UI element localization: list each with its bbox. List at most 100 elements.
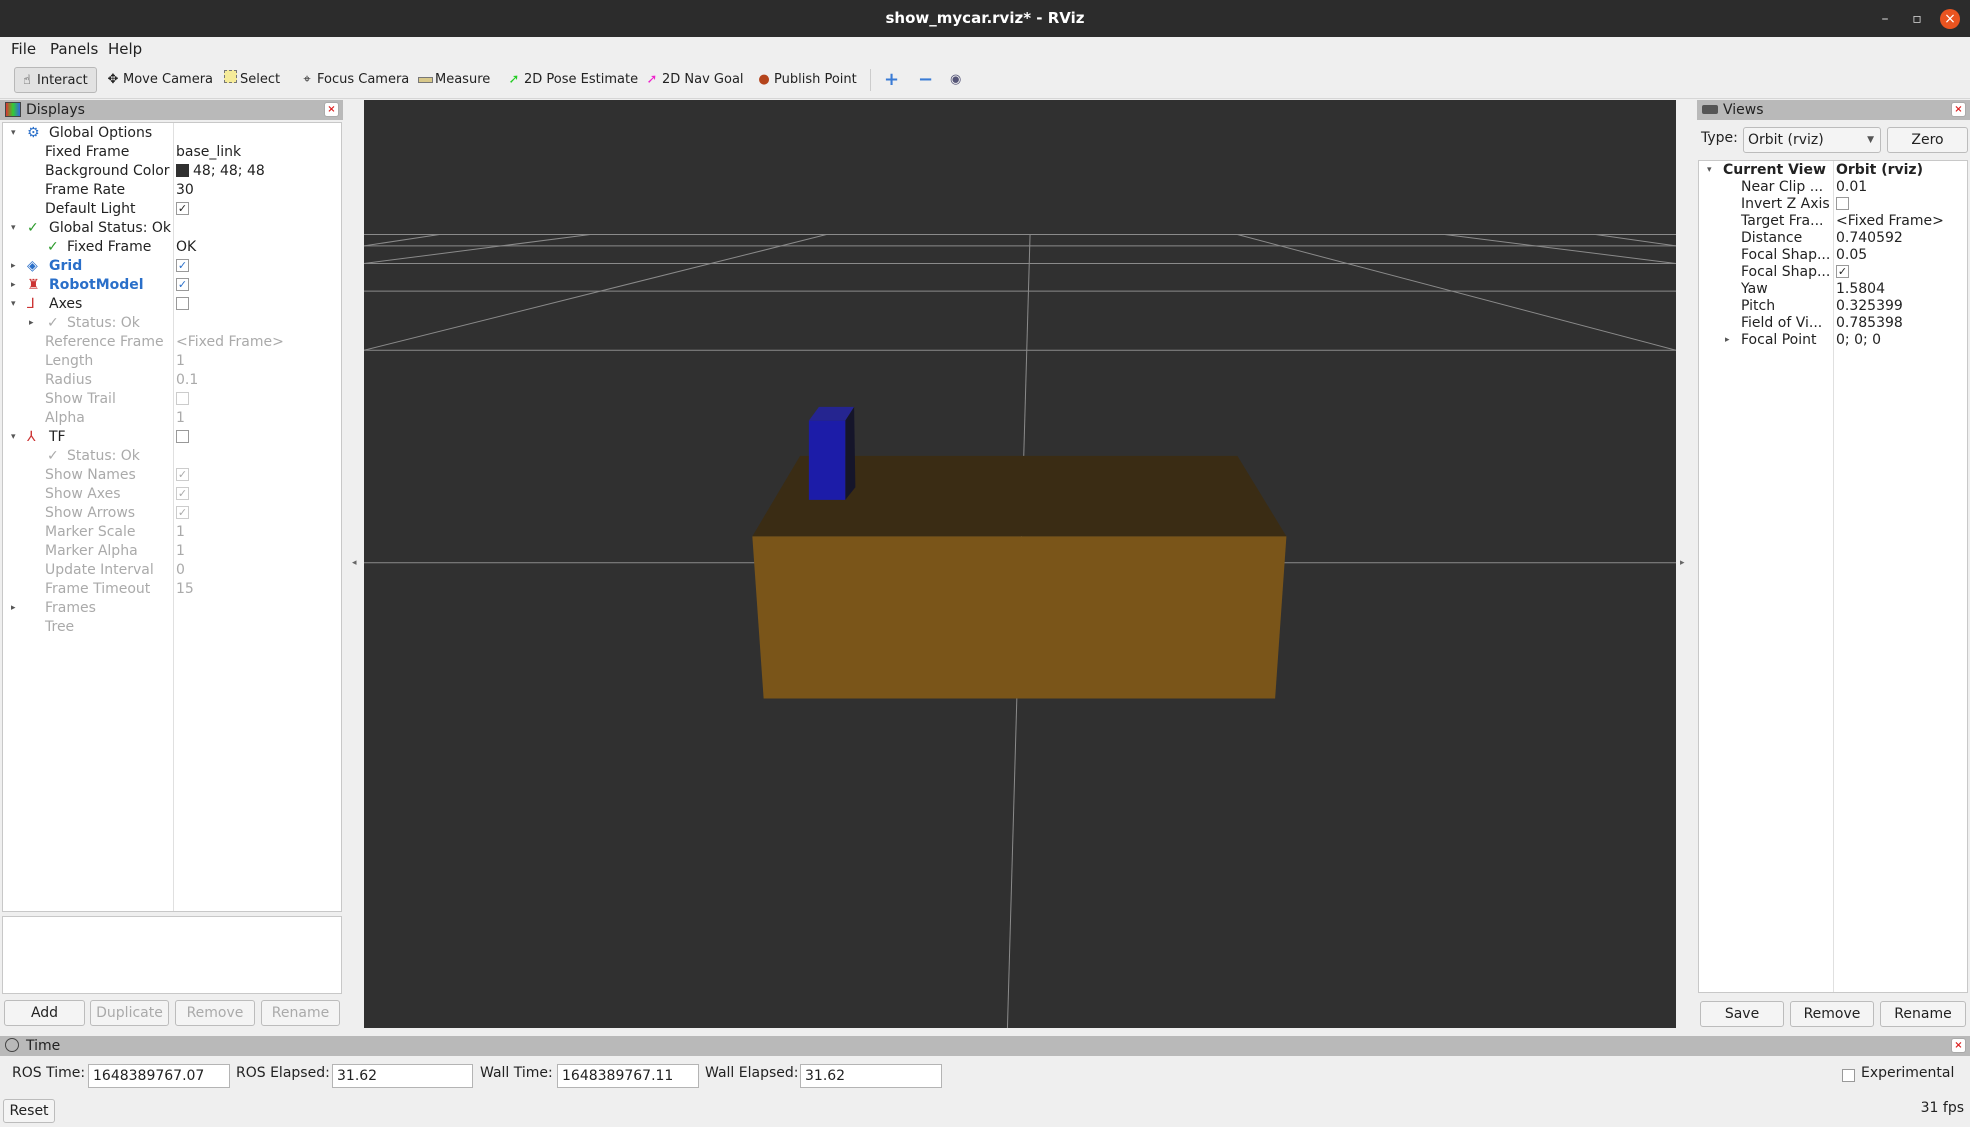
property-value[interactable]: ✓ — [176, 504, 189, 523]
reset-button[interactable]: Reset — [3, 1099, 55, 1123]
property-value[interactable]: 1 — [176, 542, 185, 561]
display-row[interactable]: ✓ Status: Ok — [3, 447, 341, 466]
tool-interact[interactable]: ☝ Interact — [14, 67, 97, 93]
property-value[interactable]: 0.05 — [1836, 247, 1867, 264]
zero-button[interactable]: Zero — [1887, 127, 1968, 153]
view-property-row[interactable]: Distance 0.740592 — [1699, 230, 1967, 247]
collapse-arrow-icon[interactable]: ▸ — [29, 314, 34, 333]
property-value[interactable]: 0.1 — [176, 371, 198, 390]
ros-elapsed-field[interactable]: 31.62 — [332, 1064, 473, 1088]
property-value[interactable] — [176, 428, 189, 447]
display-row[interactable]: Reference Frame <Fixed Frame> — [3, 333, 341, 352]
property-value[interactable]: 48; 48; 48 — [176, 162, 265, 181]
tool-measure[interactable]: Measure — [413, 67, 494, 93]
checkbox[interactable]: ✓ — [176, 277, 189, 291]
collapse-arrow-icon[interactable]: ▸ — [11, 257, 16, 276]
property-value[interactable]: 0 — [176, 561, 185, 580]
expand-arrow-icon[interactable]: ▾ — [11, 295, 16, 314]
tool-2d-nav-goal[interactable]: ➚ 2D Nav Goal — [640, 67, 748, 93]
add-button[interactable]: Add — [4, 1000, 85, 1026]
view-property-row[interactable]: ▸ Focal Point 0; 0; 0 — [1699, 332, 1967, 349]
property-value[interactable]: <Fixed Frame> — [1836, 213, 1944, 230]
property-value[interactable]: 30 — [176, 181, 194, 200]
close-panel-icon[interactable]: × — [1951, 1038, 1966, 1053]
property-value[interactable]: 0.740592 — [1836, 230, 1903, 247]
property-value[interactable] — [176, 390, 189, 409]
expand-arrow-icon[interactable]: ▾ — [1707, 162, 1712, 179]
collapse-arrow-icon[interactable]: ▸ — [11, 276, 16, 295]
close-panel-icon[interactable]: × — [324, 102, 339, 117]
display-row[interactable]: Radius 0.1 — [3, 371, 341, 390]
checkbox[interactable]: ✓ — [176, 486, 189, 500]
checkbox[interactable] — [176, 391, 189, 405]
property-value[interactable] — [1836, 196, 1849, 213]
rename-button[interactable]: Rename — [261, 1000, 340, 1026]
tool-move-camera[interactable]: ✥ Move Camera — [101, 67, 217, 93]
checkbox[interactable] — [1836, 196, 1849, 210]
display-row[interactable]: Marker Scale 1 — [3, 523, 341, 542]
property-value[interactable]: 1 — [176, 523, 185, 542]
collapse-left-arrow[interactable]: ◂ — [352, 558, 357, 568]
menu-panels[interactable]: Panels — [50, 40, 98, 58]
collapse-arrow-icon[interactable]: ▸ — [11, 599, 16, 618]
view-property-row[interactable]: ▾ Current View Orbit (rviz) — [1699, 162, 1967, 179]
property-value[interactable]: base_link — [176, 143, 241, 162]
display-row[interactable]: Show Axes ✓ — [3, 485, 341, 504]
property-value[interactable]: ✓ — [176, 200, 189, 219]
display-row[interactable]: Alpha 1 — [3, 409, 341, 428]
menu-file[interactable]: File — [11, 40, 36, 58]
minimize-button[interactable]: – — [1875, 9, 1895, 29]
tool-2d-pose-estimate[interactable]: ➚ 2D Pose Estimate — [502, 67, 642, 93]
checkbox[interactable]: ✓ — [176, 505, 189, 519]
view-property-row[interactable]: Focal Shap... ✓ — [1699, 264, 1967, 281]
view-property-row[interactable]: Focal Shap... 0.05 — [1699, 247, 1967, 264]
add-tool-plus-icon[interactable]: + — [880, 67, 903, 93]
display-row[interactable]: ▸ ♜ RobotModel ✓ — [3, 276, 341, 295]
menu-help[interactable]: Help — [108, 40, 142, 58]
collapse-right-arrow[interactable]: ▸ — [1680, 558, 1685, 568]
wall-time-field[interactable]: 1648389767.11 — [557, 1064, 699, 1088]
save-button[interactable]: Save — [1700, 1001, 1784, 1027]
expand-arrow-icon[interactable]: ▾ — [11, 428, 16, 447]
display-row[interactable]: ▸ ◈ Grid ✓ — [3, 257, 341, 276]
expand-arrow-icon[interactable]: ▾ — [11, 124, 16, 143]
checkbox[interactable] — [176, 429, 189, 443]
property-value[interactable]: ✓ — [176, 485, 189, 504]
view-property-row[interactable]: Near Clip ... 0.01 — [1699, 179, 1967, 196]
checkbox[interactable]: ✓ — [1836, 264, 1849, 278]
tool-publish-point[interactable]: ● Publish Point — [752, 67, 861, 93]
property-value[interactable]: 1.5804 — [1836, 281, 1885, 298]
checkbox[interactable]: ✓ — [176, 258, 189, 272]
eye-icon[interactable]: ◉ — [946, 67, 965, 93]
view-type-select[interactable]: Orbit (rviz) ▼ — [1743, 127, 1881, 153]
property-value[interactable]: OK — [176, 238, 196, 257]
property-value[interactable]: ✓ — [1836, 264, 1849, 281]
color-swatch[interactable] — [176, 163, 189, 177]
checkbox[interactable]: ✓ — [176, 467, 189, 481]
close-button[interactable]: × — [1940, 9, 1960, 29]
property-value[interactable]: 0; 0; 0 — [1836, 332, 1881, 349]
remove-button[interactable]: Remove — [175, 1000, 255, 1026]
property-value[interactable]: ✓ — [176, 257, 189, 276]
display-row[interactable]: ✓ Fixed Frame OK — [3, 238, 341, 257]
ros-time-field[interactable]: 1648389767.07 — [88, 1064, 230, 1088]
experimental-checkbox[interactable] — [1842, 1069, 1855, 1082]
display-row[interactable]: ▾ ⅄ TF — [3, 428, 341, 447]
display-row[interactable]: Default Light ✓ — [3, 200, 341, 219]
rename-view-button[interactable]: Rename — [1880, 1001, 1966, 1027]
property-value[interactable]: 1 — [176, 409, 185, 428]
checkbox[interactable] — [176, 296, 189, 310]
display-row[interactable]: ▾ ✓ Global Status: Ok — [3, 219, 341, 238]
checkbox[interactable]: ✓ — [176, 201, 189, 215]
view-property-row[interactable]: Field of Vi... 0.785398 — [1699, 315, 1967, 332]
expand-arrow-icon[interactable]: ▸ — [1725, 332, 1730, 349]
display-row[interactable]: Update Interval 0 — [3, 561, 341, 580]
tool-select[interactable]: Select — [218, 67, 284, 93]
property-value[interactable]: 15 — [176, 580, 194, 599]
display-row[interactable]: Show Trail — [3, 390, 341, 409]
property-value[interactable]: 0.325399 — [1836, 298, 1903, 315]
close-panel-icon[interactable]: × — [1951, 102, 1966, 117]
tool-focus-camera[interactable]: ⌖ Focus Camera — [295, 67, 413, 93]
property-value[interactable]: 0.785398 — [1836, 315, 1903, 332]
duplicate-button[interactable]: Duplicate — [90, 1000, 169, 1026]
